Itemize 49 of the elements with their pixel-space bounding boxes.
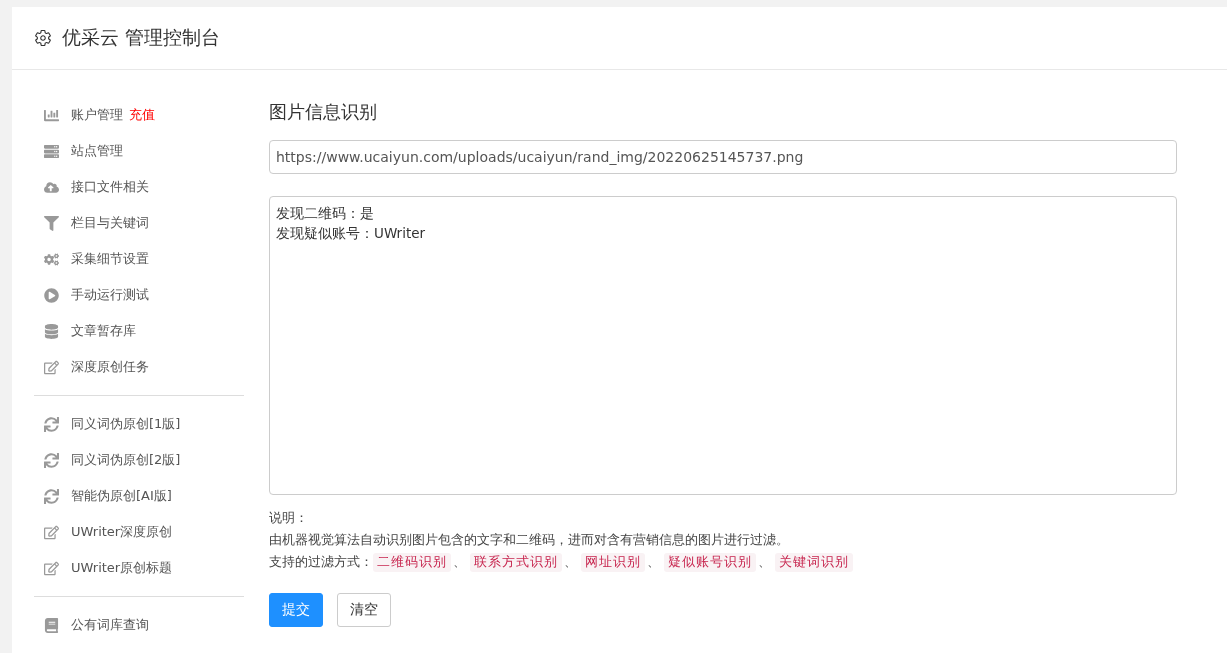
separator: 、	[453, 553, 466, 571]
sidebar-item[interactable]: 深度原创任务	[71, 358, 149, 376]
url-field[interactable]: https://www.ucaiyun.com/uploads/ucaiyun/rand_img/20220625145737.png	[269, 140, 1177, 174]
book-icon	[44, 617, 59, 633]
sidebar-item[interactable]: 智能伪原创[AI版]	[71, 487, 172, 505]
refresh-icon	[44, 488, 59, 504]
database-icon	[44, 323, 59, 339]
sidebar-item[interactable]: UWriter深度原创	[71, 523, 173, 541]
clear-button[interactable]: 清空	[337, 593, 391, 627]
filter-tag: 联系方式识别	[470, 552, 562, 572]
filter-tag: 疑似账号识别	[664, 552, 756, 572]
console-title: 优采云 管理控制台	[62, 25, 221, 50]
sidebar-item[interactable]: 同义词伪原创[1版]	[71, 415, 181, 433]
sidebar-item[interactable]: 文章暂存库	[71, 322, 136, 340]
recharge-link[interactable]: 充值	[129, 106, 155, 124]
filter-tag: 二维码识别	[373, 552, 451, 572]
filters-label: 支持的过滤方式：	[269, 553, 373, 571]
filter-tag: 关键词识别	[775, 552, 853, 572]
sidebar-item[interactable]: 接口文件相关	[71, 178, 149, 196]
filter-icon	[44, 215, 59, 231]
sidebar-item[interactable]: 公有词库查询	[71, 616, 149, 634]
edit-icon	[44, 524, 59, 540]
separator: 、	[758, 553, 771, 571]
note-label: 说明：	[269, 509, 309, 527]
play-icon	[44, 287, 59, 303]
filter-tag: 网址识别	[581, 552, 645, 572]
edit-icon	[44, 359, 59, 375]
separator: 、	[564, 553, 577, 571]
separator: 、	[647, 553, 660, 571]
sidebar-item[interactable]: 栏目与关键词	[71, 214, 149, 232]
refresh-icon	[44, 416, 59, 432]
sidebar-item[interactable]: UWriter原创标题	[71, 559, 173, 577]
sidebar-item[interactable]: 同义词伪原创[2版]	[71, 451, 181, 469]
page-heading: 图片信息识别	[269, 100, 378, 124]
edit-icon	[44, 560, 59, 576]
bar-chart-icon	[44, 107, 59, 123]
note-text: 由机器视觉算法自动识别图片包含的文字和二维码，进而对含有营销信息的图片进行过滤。	[269, 531, 790, 549]
sidebar-item[interactable]: 账户管理	[71, 106, 123, 124]
sidebar-item[interactable]: 采集细节设置	[71, 250, 149, 268]
server-icon	[44, 143, 59, 159]
settings-icon	[34, 29, 52, 47]
gears-icon	[44, 251, 59, 267]
result-line: 发现二维码：是	[276, 204, 375, 223]
result-field[interactable]: 发现二维码：是 发现疑似账号：UWriter	[269, 196, 1177, 495]
cloud-upload-icon	[44, 179, 59, 195]
refresh-icon	[44, 452, 59, 468]
result-line: 发现疑似账号：UWriter	[276, 224, 427, 243]
sidebar-item[interactable]: 手动运行测试	[71, 286, 149, 304]
sidebar-item[interactable]: 站点管理	[71, 142, 123, 160]
